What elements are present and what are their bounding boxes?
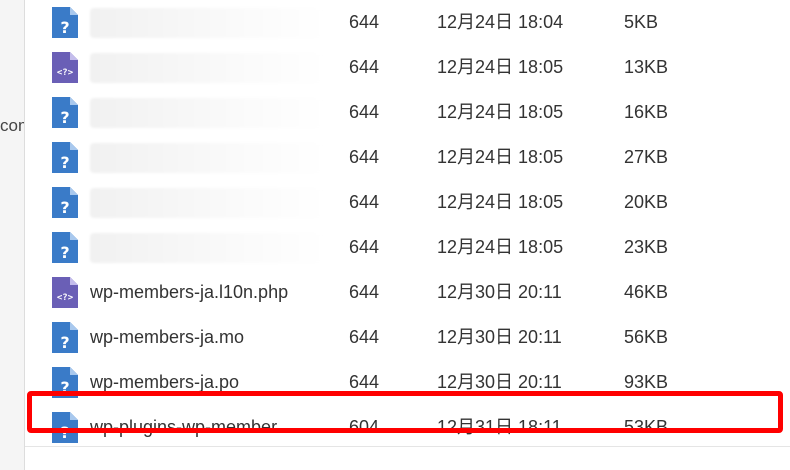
file-size: 53KB (624, 417, 669, 437)
redacted-file-name[interactable] (90, 188, 325, 218)
file-row[interactable]: ? 644 12月24日 18:05 27KB (25, 135, 790, 180)
svg-text:<?>: <?> (57, 293, 74, 303)
file-modified-date: 12月24日 18:05 (437, 147, 564, 167)
unknown-file-icon: ? (51, 6, 79, 39)
file-row[interactable]: ? 644 12月24日 18:05 23KB (25, 225, 790, 270)
unknown-file-icon: ? (51, 411, 79, 444)
file-modified-date: 12月24日 18:05 (437, 192, 564, 212)
file-row[interactable]: ? 644 12月24日 18:05 20KB (25, 180, 790, 225)
svg-text:?: ? (60, 243, 69, 262)
file-name[interactable]: wp-plugins-wp-member… (90, 405, 325, 450)
svg-text:<?>: <?> (57, 68, 74, 78)
file-modified-date: 12月31日 18:11 (437, 417, 562, 437)
redacted-file-name[interactable] (90, 8, 325, 38)
file-permissions: 644 (349, 102, 380, 122)
php-file-icon: <?> (51, 276, 79, 309)
file-size: 56KB (624, 327, 669, 347)
file-row[interactable]: ? wp-members-ja.po 644 12月30日 20:11 93KB (25, 360, 790, 405)
file-size: 27KB (624, 147, 669, 167)
file-row[interactable]: <?> wp-members-ja.l10n.php 644 12月30日 20:1… (25, 270, 790, 315)
file-permissions: 644 (349, 147, 380, 167)
redacted-file-name[interactable] (90, 233, 325, 263)
file-modified-date: 12月30日 20:11 (437, 282, 562, 302)
file-name[interactable]: wp-members-ja.po (90, 360, 325, 405)
file-size: 16KB (624, 102, 669, 122)
file-row[interactable]: ? 644 12月24日 18:04 5KB (25, 0, 790, 45)
file-modified-date: 12月24日 18:05 (437, 102, 564, 122)
file-permissions: 644 (349, 237, 380, 257)
file-modified-date: 12月24日 18:05 (437, 57, 564, 77)
file-permissions: 644 (349, 372, 380, 392)
file-name[interactable]: wp-members-ja.mo (90, 315, 325, 360)
unknown-file-icon: ? (51, 231, 79, 264)
unknown-file-icon: ? (51, 186, 79, 219)
svg-text:?: ? (60, 423, 69, 442)
file-permissions: 644 (349, 57, 380, 77)
svg-text:?: ? (60, 18, 69, 37)
left-panel: com (0, 0, 25, 470)
file-size: 13KB (624, 57, 669, 77)
file-permissions: 644 (349, 282, 380, 302)
svg-text:?: ? (60, 378, 69, 397)
file-permissions: 644 (349, 12, 380, 32)
file-modified-date: 12月30日 20:11 (437, 327, 562, 347)
file-size: 93KB (624, 372, 669, 392)
file-modified-date: 12月24日 18:05 (437, 237, 564, 257)
file-permissions: 604 (349, 417, 380, 437)
file-list: ? 644 12月24日 18:04 5KB <?> 644 12月24日 18:05… (25, 0, 790, 470)
file-row[interactable]: ? wp-plugins-wp-member… 604 12月31日 18:11 53… (25, 405, 790, 450)
svg-text:?: ? (60, 108, 69, 127)
unknown-file-icon: ? (51, 321, 79, 354)
redacted-file-name[interactable] (90, 143, 325, 173)
unknown-file-icon: ? (51, 141, 79, 174)
file-row[interactable]: <?> 644 12月24日 18:05 13KB (25, 45, 790, 90)
file-row[interactable]: ? 644 12月24日 18:05 16KB (25, 90, 790, 135)
php-file-icon: <?> (51, 51, 79, 84)
left-panel-text: com (0, 116, 24, 135)
list-divider (25, 446, 790, 447)
svg-text:?: ? (60, 333, 69, 352)
file-size: 5KB (624, 12, 659, 32)
redacted-file-name[interactable] (90, 53, 325, 83)
svg-text:?: ? (60, 198, 69, 217)
unknown-file-icon: ? (51, 366, 79, 399)
redacted-file-name[interactable] (90, 98, 325, 128)
file-row[interactable]: ? wp-members-ja.mo 644 12月30日 20:11 56KB (25, 315, 790, 360)
file-size: 46KB (624, 282, 669, 302)
file-size: 20KB (624, 192, 669, 212)
unknown-file-icon: ? (51, 96, 79, 129)
file-permissions: 644 (349, 192, 380, 212)
file-modified-date: 12月30日 20:11 (437, 372, 562, 392)
file-permissions: 644 (349, 327, 380, 347)
file-name[interactable]: wp-members-ja.l10n.php (90, 270, 325, 315)
file-modified-date: 12月24日 18:04 (437, 12, 564, 32)
svg-text:?: ? (60, 153, 69, 172)
file-size: 23KB (624, 237, 669, 257)
